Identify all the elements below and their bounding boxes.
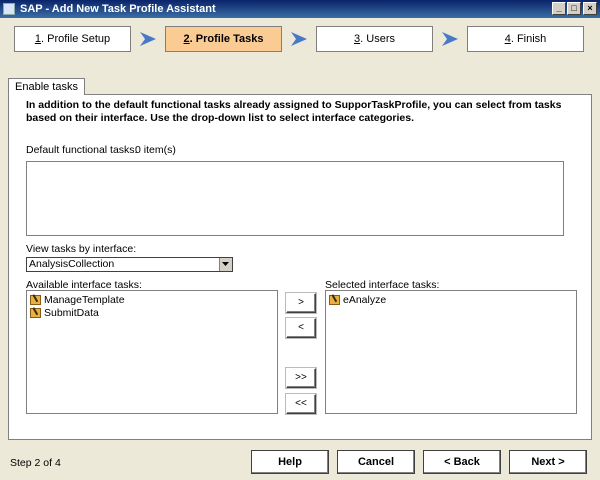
interface-select-value: AnalysisCollection	[29, 258, 115, 270]
step-users[interactable]: 3. Users	[316, 26, 433, 52]
step-status: Step 2 of 4	[10, 457, 61, 469]
help-button[interactable]: Help	[251, 450, 329, 474]
remove-all-button[interactable]: <<	[286, 394, 316, 414]
step-finish[interactable]: 4. Finish	[467, 26, 584, 52]
maximize-icon[interactable]: □	[567, 2, 581, 15]
title-bar: SAP - Add New Task Profile Assistant _ □…	[0, 0, 600, 18]
intro-text: In addition to the default functional ta…	[26, 99, 562, 124]
interface-select[interactable]: AnalysisCollection	[26, 257, 233, 272]
default-tasks-list[interactable]	[26, 161, 564, 236]
tab-enable-tasks[interactable]: Enable tasks	[8, 78, 85, 95]
next-button[interactable]: Next >	[509, 450, 587, 474]
step-profile-setup[interactable]: 1. Profile Setup	[14, 26, 131, 52]
list-item[interactable]: eAnalyze	[327, 294, 576, 307]
wizard-steps: 1. Profile Setup 2. Profile Tasks 3. Use…	[0, 18, 600, 62]
remove-button[interactable]: <	[286, 318, 316, 338]
close-icon[interactable]: ×	[583, 2, 597, 15]
default-tasks-count: 0 item(s)	[135, 144, 176, 156]
task-icon	[329, 295, 340, 305]
arrow-right-icon	[140, 32, 156, 46]
available-list[interactable]: ManageTemplate SubmitData	[26, 290, 278, 414]
list-item[interactable]: ManageTemplate	[28, 294, 277, 307]
minimize-icon[interactable]: _	[552, 2, 566, 15]
selected-list[interactable]: eAnalyze	[325, 290, 577, 414]
task-icon	[30, 295, 41, 305]
list-item[interactable]: SubmitData	[28, 307, 277, 320]
app-icon	[3, 3, 15, 15]
cancel-button[interactable]: Cancel	[337, 450, 415, 474]
back-button[interactable]: < Back	[423, 450, 501, 474]
task-icon	[30, 308, 41, 318]
view-by-label: View tasks by interface:	[26, 243, 137, 255]
arrow-right-icon	[291, 32, 307, 46]
add-all-button[interactable]: >>	[286, 368, 316, 388]
window-title: SAP - Add New Task Profile Assistant	[20, 3, 216, 15]
step-profile-tasks[interactable]: 2. Profile Tasks	[165, 26, 282, 52]
default-tasks-label: Default functional tasks:	[26, 144, 138, 156]
add-button[interactable]: >	[286, 293, 316, 313]
arrow-right-icon	[442, 32, 458, 46]
chevron-down-icon[interactable]	[219, 258, 232, 271]
